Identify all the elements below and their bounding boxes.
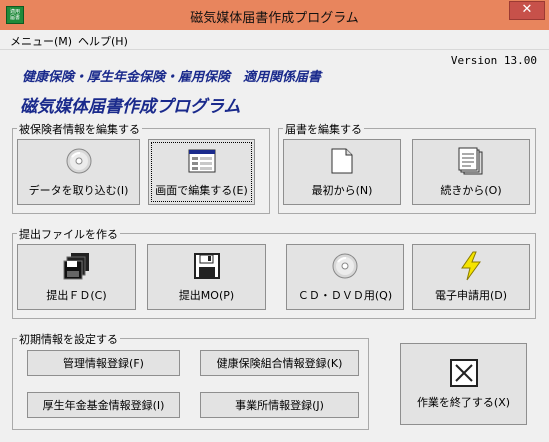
- group-label: 初期情報を設定する: [17, 331, 120, 347]
- admin-info-label: 管理情報登録(F): [63, 357, 144, 370]
- menu-item-help[interactable]: ヘルプ(H): [78, 33, 128, 49]
- e-application-button[interactable]: 電子申請用(D): [412, 244, 530, 310]
- floppy-stack-icon: [62, 251, 92, 281]
- pension-fund-button[interactable]: 厚生年金基金情報登録(I): [27, 392, 180, 418]
- disc-icon: [64, 146, 94, 176]
- health-union-button[interactable]: 健康保険組合情報登録(K): [200, 350, 359, 376]
- exit-label: 作業を終了する(X): [416, 396, 511, 409]
- menu-item-menu[interactable]: メニュー(M): [10, 33, 72, 49]
- floppy-disk-icon: [192, 251, 222, 281]
- submit-fd-label: 提出ＦＤ(C): [46, 289, 107, 302]
- submit-mo-button[interactable]: 提出MO(P): [147, 244, 266, 310]
- pension-fund-label: 厚生年金基金情報登録(I): [42, 399, 165, 412]
- group-label: 提出ファイルを作る: [17, 226, 120, 242]
- health-union-label: 健康保険組合情報登録(K): [216, 357, 343, 370]
- import-data-button[interactable]: データを取り込む(I): [17, 139, 140, 205]
- exit-button[interactable]: 作業を終了する(X): [400, 343, 527, 425]
- stacked-pages-icon: [456, 146, 486, 176]
- admin-info-button[interactable]: 管理情報登録(F): [27, 350, 180, 376]
- menu-bar: メニュー(M) ヘルプ(H): [0, 30, 549, 50]
- continue-label: 続きから(O): [440, 184, 502, 197]
- submit-fd-button[interactable]: 提出ＦＤ(C): [17, 244, 136, 310]
- e-application-label: 電子申請用(D): [434, 289, 508, 302]
- subtitle: 健康保険・厚生年金保険・雇用保険 適用関係届書: [22, 70, 322, 85]
- continue-button[interactable]: 続きから(O): [412, 139, 530, 205]
- lightning-icon: [456, 251, 486, 281]
- group-label: 届書を編集する: [283, 121, 364, 137]
- page-title: 磁気媒体届書作成プログラム: [20, 97, 241, 117]
- close-button[interactable]: ✕: [509, 1, 545, 20]
- window-form-icon: [187, 146, 217, 176]
- start-new-button[interactable]: 最初から(N): [283, 139, 401, 205]
- screen-edit-label: 画面で編集する(E): [155, 184, 248, 197]
- cd-dvd-label: ＣＤ・ＤＶＤ用(Q): [297, 289, 393, 302]
- screen-edit-button[interactable]: 画面で編集する(E): [148, 139, 255, 205]
- blank-page-icon: [327, 146, 357, 176]
- office-info-label: 事業所情報登録(J): [235, 399, 324, 412]
- close-box-icon: [449, 358, 479, 388]
- submit-mo-label: 提出MO(P): [178, 289, 235, 302]
- cd-dvd-button[interactable]: ＣＤ・ＤＶＤ用(Q): [286, 244, 404, 310]
- group-label: 被保険者情報を編集する: [17, 121, 142, 137]
- title-bar: 適用 届書 磁気媒体届書作成プログラム ✕: [0, 0, 549, 30]
- import-data-label: データを取り込む(I): [28, 184, 129, 197]
- office-info-button[interactable]: 事業所情報登録(J): [200, 392, 359, 418]
- disc-icon: [330, 251, 360, 281]
- start-new-label: 最初から(N): [311, 184, 373, 197]
- window-title: 磁気媒体届書作成プログラム: [190, 11, 359, 26]
- version-label: Version 13.00: [450, 54, 537, 67]
